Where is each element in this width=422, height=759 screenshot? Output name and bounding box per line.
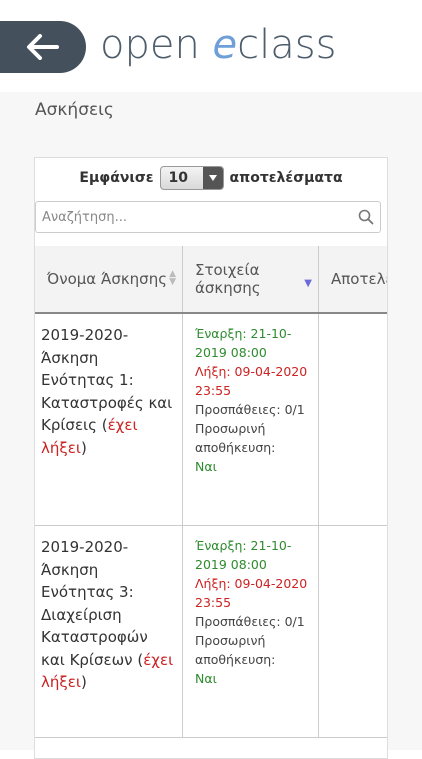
column-header-name[interactable]: Όνομα Άσκησης ▲ ▼ <box>35 246 183 314</box>
start-date: Έναρξη: 21-10-2019 08:00 <box>195 538 292 572</box>
column-header-details[interactable]: Στοιχεία άσκησης ▼ <box>182 246 319 314</box>
end-date: Λήξη: 09-04-2020 23:55 <box>195 576 308 610</box>
temp-save-label: Προσωρινή αποθήκευση: <box>195 421 276 455</box>
app-logo: open eclass <box>100 22 337 68</box>
exercise-name[interactable]: 2019-2020-Άσκηση Ενότητας 1: Καταστροφές… <box>41 324 176 459</box>
page-length-select[interactable]: 10 <box>159 166 224 190</box>
main-content: Ασκήσεις Εμφάνισε 10 αποτελέσματα Αναζήτ… <box>0 92 422 759</box>
exercises-table: Όνομα Άσκησης ▲ ▼ Στοιχεία άσκησης ▼ Αποτ… <box>35 246 387 738</box>
start-date: Έναρξη: 21-10-2019 08:00 <box>195 326 292 360</box>
end-date: Λήξη: 09-04-2020 23:55 <box>195 364 308 398</box>
table-row: 2019-2020-Άσκηση Ενότητας 1: Καταστροφές… <box>35 313 387 526</box>
search-input[interactable]: Αναζήτηση... <box>35 201 381 233</box>
app-header: open eclass <box>0 0 422 92</box>
exercise-name[interactable]: 2019-2020-Άσκηση Ενότητας 3: Διαχείριση … <box>41 536 176 694</box>
sort-desc-icon: ▼ <box>304 278 312 289</box>
search-placeholder: Αναζήτηση... <box>42 209 127 225</box>
back-button[interactable] <box>0 21 86 73</box>
column-header-results[interactable]: Αποτελέσματα <box>318 246 387 314</box>
page-length-value: 10 <box>168 170 188 186</box>
results-label: αποτελέσματα <box>229 170 343 186</box>
table-row: 2019-2020-Άσκηση Ενότητας 3: Διαχείριση … <box>35 525 387 738</box>
show-label: Εμφάνισε <box>79 170 154 186</box>
arrow-left-icon <box>27 34 59 60</box>
attempts: Προσπάθειες: 0/1 <box>195 614 305 629</box>
temp-save-value: Ναι <box>195 459 217 474</box>
temp-save-value: Ναι <box>195 671 217 686</box>
page-title: Ασκήσεις <box>35 100 114 120</box>
sort-both-icon: ▲ ▼ <box>169 269 176 287</box>
exercises-table-panel: Εμφάνισε 10 αποτελέσματα Αναζήτηση... Όν… <box>34 157 388 759</box>
temp-save-label: Προσωρινή αποθήκευση: <box>195 633 276 667</box>
search-icon <box>358 209 374 225</box>
dropdown-arrow-icon <box>202 167 223 189</box>
attempts: Προσπάθειες: 0/1 <box>195 402 305 417</box>
page-length-control: Εμφάνισε 10 αποτελέσματα <box>35 158 387 198</box>
